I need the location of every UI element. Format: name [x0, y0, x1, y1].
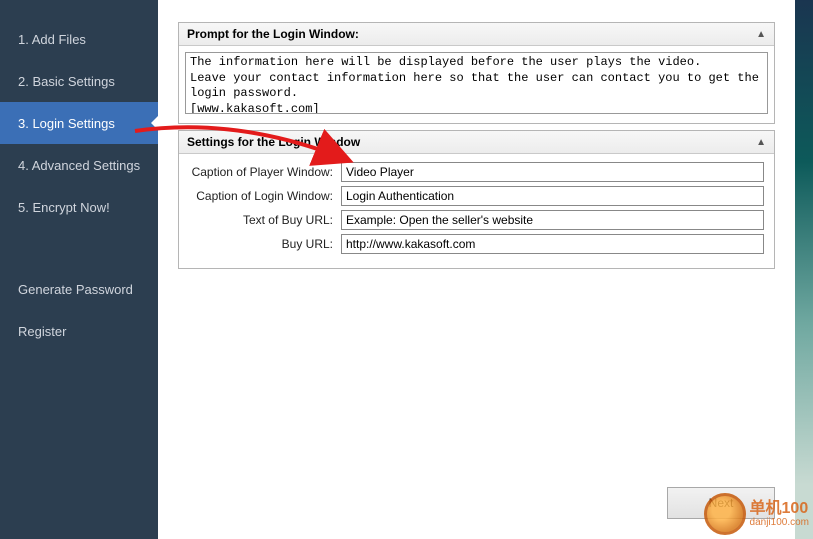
label-caption-login: Caption of Login Window: — [189, 189, 341, 203]
settings-panel: Settings for the Login Window ▲ Caption … — [178, 130, 775, 269]
prompt-textarea[interactable] — [185, 52, 768, 114]
sidebar-item-label: 3. Login Settings — [18, 116, 115, 131]
label-caption-player: Caption of Player Window: — [189, 165, 341, 179]
panel-title: Settings for the Login Window — [187, 135, 360, 149]
prompt-panel-header: Prompt for the Login Window: ▲ — [179, 23, 774, 46]
collapse-icon[interactable]: ▲ — [756, 137, 766, 148]
sidebar-item-add-files[interactable]: 1. Add Files — [0, 18, 158, 60]
input-caption-login[interactable] — [341, 186, 764, 206]
sidebar-item-label: 1. Add Files — [18, 32, 86, 47]
sidebar-item-register[interactable]: Register — [0, 310, 158, 352]
sidebar-item-label: Generate Password — [18, 282, 133, 297]
sidebar-item-generate-password[interactable]: Generate Password — [0, 268, 158, 310]
sidebar-item-label: 5. Encrypt Now! — [18, 200, 110, 215]
label-buy-url: Buy URL: — [189, 237, 341, 251]
panel-title: Prompt for the Login Window: — [187, 27, 359, 41]
sidebar-item-label: 2. Basic Settings — [18, 74, 115, 89]
sidebar-item-encrypt-now[interactable]: 5. Encrypt Now! — [0, 186, 158, 228]
input-caption-player[interactable] — [341, 162, 764, 182]
sidebar-item-basic-settings[interactable]: 2. Basic Settings — [0, 60, 158, 102]
app-window: 1. Add Files 2. Basic Settings 3. Login … — [0, 0, 813, 539]
footer: Next — [178, 487, 775, 525]
input-buy-text[interactable] — [341, 210, 764, 230]
sidebar-item-login-settings[interactable]: 3. Login Settings — [0, 102, 158, 144]
main-panel: Prompt for the Login Window: ▲ Settings … — [158, 0, 795, 539]
next-button[interactable]: Next — [667, 487, 775, 519]
right-decor-strip — [795, 0, 813, 539]
sidebar-item-label: Register — [18, 324, 66, 339]
settings-panel-header: Settings for the Login Window ▲ — [179, 131, 774, 154]
sidebar-item-advanced-settings[interactable]: 4. Advanced Settings — [0, 144, 158, 186]
label-buy-text: Text of Buy URL: — [189, 213, 341, 227]
input-buy-url[interactable] — [341, 234, 764, 254]
sidebar-item-label: 4. Advanced Settings — [18, 158, 140, 173]
sidebar: 1. Add Files 2. Basic Settings 3. Login … — [0, 0, 158, 539]
prompt-panel: Prompt for the Login Window: ▲ — [178, 22, 775, 124]
collapse-icon[interactable]: ▲ — [756, 29, 766, 40]
